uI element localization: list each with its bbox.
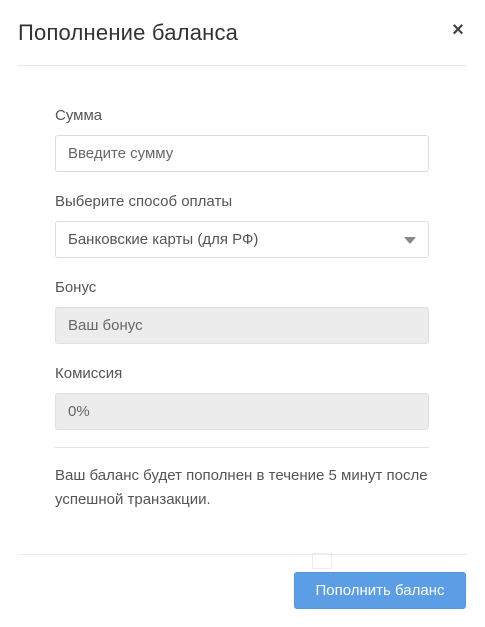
close-icon: × (452, 19, 464, 41)
amount-input[interactable] (55, 135, 429, 172)
bonus-field: Ваш бонус (55, 307, 429, 344)
commission-label: Комиссия (55, 365, 123, 382)
close-button[interactable]: × (450, 20, 466, 40)
bonus-label: Бонус (55, 279, 97, 296)
form-divider (55, 447, 429, 448)
balance-topup-modal: Пополнение баланса × Сумма Выберите спос… (0, 0, 485, 627)
modal-title: Пополнение баланса (18, 20, 239, 45)
modal-header: Пополнение баланса × (18, 0, 466, 66)
info-text: Ваш баланс будет пополнен в течение 5 ми… (55, 467, 428, 508)
watermark (312, 551, 434, 569)
payment-method-select[interactable]: Банковские карты (для РФ) (55, 221, 429, 258)
payment-method-value: Банковские карты (для РФ) (68, 231, 259, 248)
watermark-logo (312, 552, 332, 569)
commission-field: 0% (55, 393, 429, 430)
topup-submit-button[interactable]: Пополнить баланс (294, 572, 466, 609)
amount-label: Сумма (55, 107, 103, 124)
payment-method-label: Выберите способ оплаты (55, 193, 233, 210)
chevron-down-icon (404, 237, 416, 244)
